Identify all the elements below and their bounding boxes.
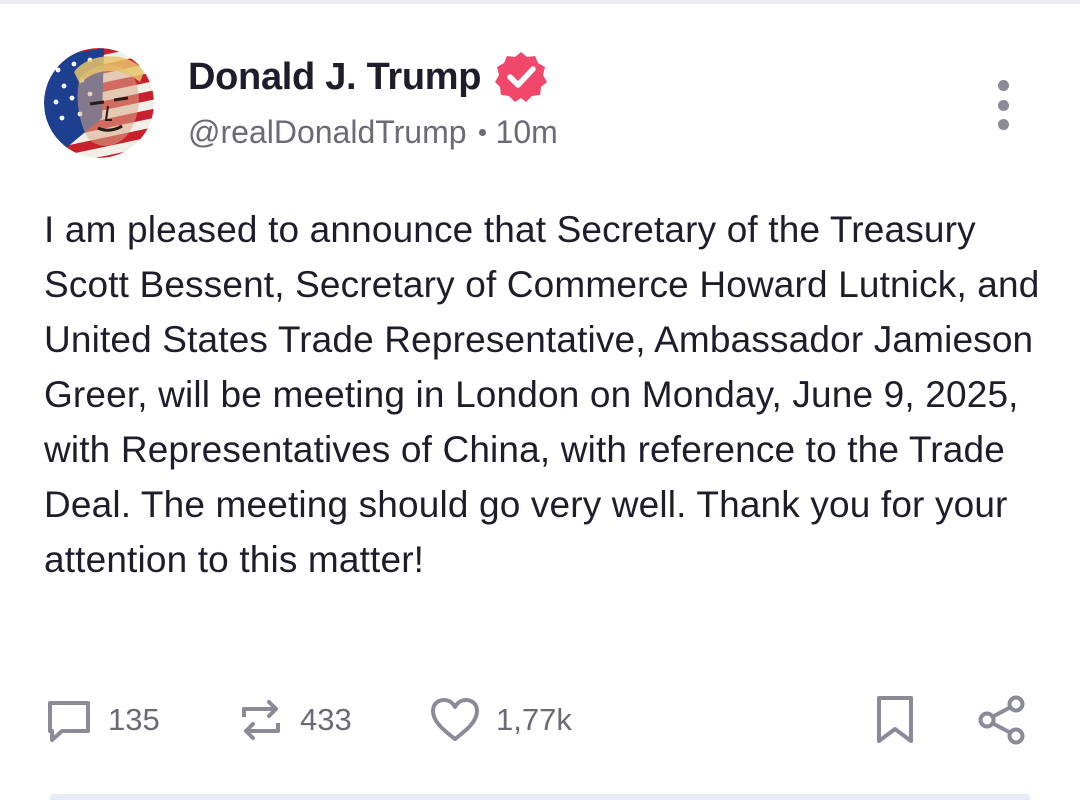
bookmark-icon [870,693,920,747]
share-button[interactable] [976,690,1028,750]
like-count: 1,77k [496,702,572,737]
avatar[interactable] [44,48,154,158]
author-display-name[interactable]: Donald J. Trump [188,56,482,99]
post-actions: 135 433 1,77k [44,690,1036,750]
post-time: 10m [495,113,558,150]
separator-dot [478,128,486,136]
heart-icon [428,695,482,745]
bookmark-button[interactable] [870,690,920,750]
reply-button[interactable]: 135 [44,690,160,750]
repost-count: 433 [300,702,352,737]
reply-count: 135 [108,702,160,737]
speech-bubble-icon [44,695,94,745]
author-meta-row: @realDonaldTrump 10m [188,110,558,154]
repost-button[interactable]: 433 [236,690,352,750]
author-handle[interactable]: @realDonaldTrump [188,114,467,151]
more-vertical-icon[interactable] [984,80,1022,130]
verified-badge-icon [493,49,549,105]
share-icon [976,694,1028,746]
like-button[interactable]: 1,77k [428,690,572,750]
post-card: Donald J. Trump @realDonaldTrump 10m I a… [0,0,1080,800]
author-name-row: Donald J. Trump [188,52,549,102]
repost-arrows-icon [236,695,286,745]
next-card-edge [50,794,1030,800]
post-body: I am pleased to announce that Secretary … [44,209,1040,580]
